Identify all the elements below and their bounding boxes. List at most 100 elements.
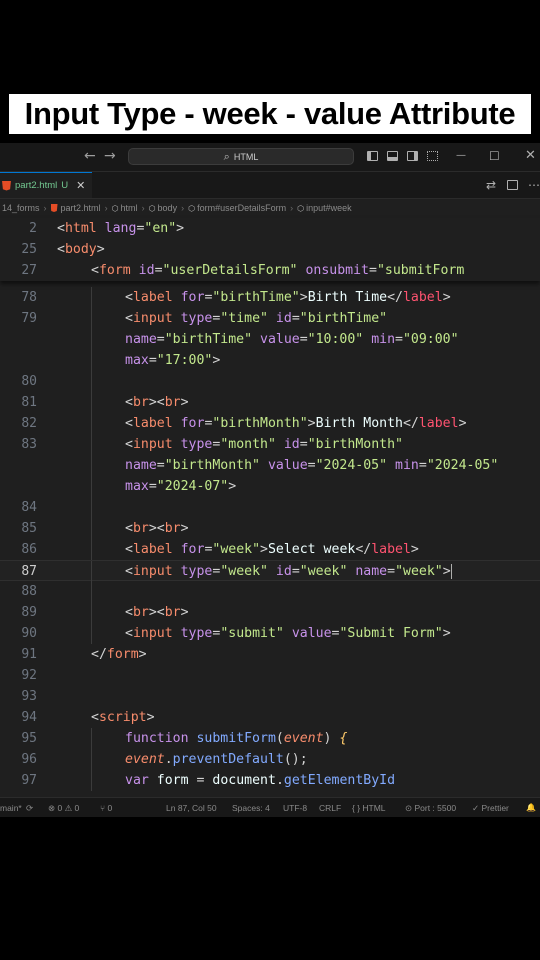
code-text: max="17:00"> [125,353,221,368]
search-icon: ⌕ [223,149,230,163]
breadcrumb-file[interactable]: part2.html [61,203,101,213]
code-text: max="2024-07"> [125,479,237,494]
code-line: 97 var form = document.getElementById [0,770,540,791]
split-editor-icon[interactable] [507,180,518,190]
code-text: <label for="week">Select week</label> [125,542,419,557]
code-line: 84 [0,497,540,518]
language-mode[interactable]: { } HTML [352,803,386,813]
status-bar: main* ⟳ ⊗ 0 ⚠ 0 ⑂ 0 Ln 87, Col 50 Spaces… [0,797,540,817]
code-line: 81 <br><br> [0,392,540,413]
line-number: 96 [21,752,37,767]
element-icon: ⬡ [188,203,196,213]
command-center-label: HTML [233,151,259,162]
line-number: 2 [29,221,37,236]
breadcrumb-input[interactable]: input#week [306,203,352,213]
code-editor-window: ← → ⌕ HTML — ☐ ✕ part2.html U ✕ ⇄ ⋯ 14_f… [0,143,540,817]
tab-close-icon[interactable]: ✕ [76,179,85,192]
close-window-icon[interactable]: ✕ [525,149,536,163]
breadcrumb-form[interactable]: form#userDetailsForm [197,203,286,213]
toggle-secondary-sidebar-icon[interactable] [407,151,418,161]
code-line-wrap: name="birthMonth" value="2024-05" min="2… [0,455,540,476]
code-text: <input type="time" id="birthTime" [125,311,388,326]
line-number: 84 [21,500,37,515]
code-line: 2 <html lang="en"> [0,218,540,239]
prettier-status[interactable]: ✓ Prettier [472,803,509,814]
sync-icon[interactable]: ⟳ [26,803,33,814]
code-text: </form> [91,647,147,662]
code-line: 78 <label for="birthTime">Birth Time</la… [0,287,540,308]
code-text: name="birthTime" value="10:00" min="09:0… [125,332,459,347]
title-bar: ← → ⌕ HTML — ☐ ✕ [0,143,540,172]
customize-layout-icon[interactable] [427,151,438,161]
code-text: event.preventDefault(); [125,752,308,767]
code-text: <label for="birthTime">Birth Time</label… [125,290,451,305]
line-number: 94 [21,710,37,725]
command-center-search[interactable]: ⌕ HTML [128,148,354,165]
code-line-wrap: max="2024-07"> [0,476,540,497]
line-number: 95 [21,731,37,746]
tab-part2-html[interactable]: part2.html U ✕ [0,172,92,198]
code-text: <br><br> [125,395,189,410]
code-line: 91 </form> [0,644,540,665]
toggle-panel-icon[interactable] [387,151,398,161]
code-text: <form id="userDetailsForm" onsubmit="sub… [91,263,465,278]
line-number: 87 [21,564,37,579]
editor-tab-bar: part2.html U ✕ ⇄ ⋯ [0,172,540,199]
code-line: 93 [0,686,540,707]
code-line: 90 <input type="submit" value="Submit Fo… [0,623,540,644]
text-cursor [450,563,452,579]
line-number: 93 [21,689,37,704]
code-line-wrap: max="17:00"> [0,350,540,371]
line-number: 91 [21,647,37,662]
encoding[interactable]: UTF-8 [283,803,307,813]
breadcrumb: 14_forms › part2.html › ⬡ html › ⬡ body … [0,199,540,217]
forward-arrow-icon[interactable]: → [104,148,116,164]
ports-count[interactable]: ⑂ 0 [100,803,112,813]
live-server-port[interactable]: ⊙ Port : 5500 [405,803,456,814]
line-number: 88 [21,584,37,599]
code-line: 88 [0,581,540,602]
code-area[interactable]: 2 <html lang="en"> 25 <body> 27 <form id… [0,218,540,797]
element-icon: ⬡ [148,203,156,213]
code-line-wrap: name="birthTime" value="10:00" min="09:0… [0,329,540,350]
code-line: 92 [0,665,540,686]
code-text: <script> [91,710,155,725]
breadcrumb-folder[interactable]: 14_forms [2,203,40,213]
html-file-icon [2,180,11,191]
git-branch[interactable]: main* [0,803,22,813]
problems-count[interactable]: ⊗ 0 ⚠ 0 [48,803,79,814]
tab-git-status: U [61,180,69,191]
code-text: name="birthMonth" value="2024-05" min="2… [125,458,499,473]
code-text: var form = document.getElementById [125,773,396,788]
line-number: 81 [21,395,37,410]
code-text: <label for="birthMonth">Birth Month</lab… [125,416,467,431]
maximize-icon[interactable]: ☐ [489,149,500,163]
line-number: 78 [21,290,37,305]
indentation[interactable]: Spaces: 4 [232,803,270,813]
minimize-icon[interactable]: — [456,149,466,163]
tab-label: part2.html [15,180,58,191]
open-changes-icon[interactable]: ⇄ [486,178,496,192]
more-actions-icon[interactable]: ⋯ [528,178,540,192]
html-file-icon [50,204,58,212]
code-text: <input type="week" id="week" name="week"… [125,563,452,579]
breadcrumb-body[interactable]: body [158,203,178,213]
code-text: <br><br> [125,521,189,536]
element-icon: ⬡ [111,203,119,213]
line-number: 90 [21,626,37,641]
toggle-sidebar-icon[interactable] [367,151,378,161]
cursor-position[interactable]: Ln 87, Col 50 [166,803,217,813]
breadcrumb-html[interactable]: html [121,203,138,213]
code-line: 79 <input type="time" id="birthTime" [0,308,540,329]
back-arrow-icon[interactable]: ← [84,148,96,164]
line-number: 92 [21,668,37,683]
line-ending[interactable]: CRLF [319,803,341,813]
element-icon: ⬡ [297,203,305,213]
code-line: 85 <br><br> [0,518,540,539]
code-line-current[interactable]: 87 <input type="week" id="week" name="we… [0,560,540,582]
line-number: 82 [21,416,37,431]
video-title-banner: Input Type - week - value Attribute [8,93,532,135]
bell-icon[interactable]: 🔔 [526,803,536,812]
line-number: 79 [21,311,37,326]
line-number: 89 [21,605,37,620]
